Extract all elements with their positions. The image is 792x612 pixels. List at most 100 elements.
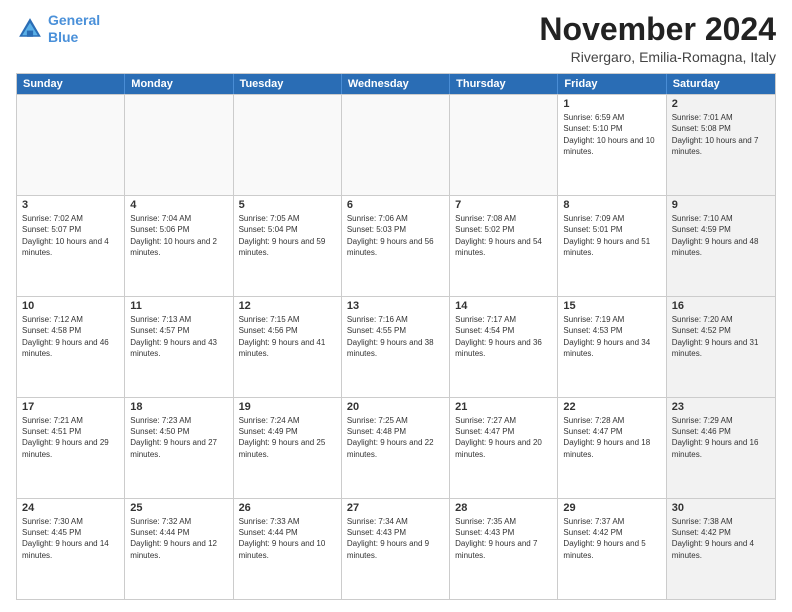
day-number: 25 <box>130 502 227 514</box>
day-number: 3 <box>22 199 119 211</box>
calendar-cell: 2 Sunrise: 7:01 AM Sunset: 5:08 PM Daylig… <box>667 95 775 195</box>
calendar-day-header: Saturday <box>667 74 775 94</box>
day-info: Sunrise: 7:37 AM Sunset: 4:42 PM Dayligh… <box>563 516 660 561</box>
day-info: Sunrise: 7:01 AM Sunset: 5:08 PM Dayligh… <box>672 112 770 157</box>
calendar-cell <box>342 95 450 195</box>
day-info: Sunrise: 7:13 AM Sunset: 4:57 PM Dayligh… <box>130 314 227 359</box>
day-info: Sunrise: 7:24 AM Sunset: 4:49 PM Dayligh… <box>239 415 336 460</box>
calendar-cell: 19 Sunrise: 7:24 AM Sunset: 4:49 PM Dayli… <box>234 398 342 498</box>
day-info: Sunrise: 7:30 AM Sunset: 4:45 PM Dayligh… <box>22 516 119 561</box>
title-block: November 2024 Rivergaro, Emilia-Romagna,… <box>539 12 776 65</box>
calendar-cell: 12 Sunrise: 7:15 AM Sunset: 4:56 PM Dayli… <box>234 297 342 397</box>
calendar-cell: 5Sunrise: 7:05 AM Sunset: 5:04 PM Daylig… <box>234 196 342 296</box>
calendar-cell: 24 Sunrise: 7:30 AM Sunset: 4:45 PM Dayli… <box>17 499 125 599</box>
day-number: 7 <box>455 199 552 211</box>
day-info: Sunrise: 7:20 AM Sunset: 4:52 PM Dayligh… <box>672 314 770 359</box>
calendar-cell: 10 Sunrise: 7:12 AM Sunset: 4:58 PM Dayli… <box>17 297 125 397</box>
day-number: 21 <box>455 401 552 413</box>
calendar-cell: 26Sunrise: 7:33 AM Sunset: 4:44 PM Dayli… <box>234 499 342 599</box>
day-info: Sunrise: 7:02 AM Sunset: 5:07 PM Dayligh… <box>22 213 119 258</box>
day-number: 11 <box>130 300 227 312</box>
calendar-cell: 22 Sunrise: 7:28 AM Sunset: 4:47 PM Dayli… <box>558 398 666 498</box>
day-number: 6 <box>347 199 444 211</box>
calendar-day-header: Friday <box>558 74 666 94</box>
calendar-cell: 29 Sunrise: 7:37 AM Sunset: 4:42 PM Dayli… <box>558 499 666 599</box>
day-number: 2 <box>672 98 770 110</box>
calendar-cell <box>234 95 342 195</box>
day-info: Sunrise: 7:04 AM Sunset: 5:06 PM Dayligh… <box>130 213 227 258</box>
day-info: Sunrise: 7:23 AM Sunset: 4:50 PM Dayligh… <box>130 415 227 460</box>
day-number: 26 <box>239 502 336 514</box>
logo-icon <box>16 15 44 43</box>
calendar-cell <box>125 95 233 195</box>
day-number: 1 <box>563 98 660 110</box>
day-number: 23 <box>672 401 770 413</box>
logo-text: General Blue <box>48 12 100 46</box>
day-number: 30 <box>672 502 770 514</box>
calendar-cell: 9 Sunrise: 7:10 AM Sunset: 4:59 PM Daylig… <box>667 196 775 296</box>
day-number: 13 <box>347 300 444 312</box>
day-number: 20 <box>347 401 444 413</box>
day-number: 12 <box>239 300 336 312</box>
calendar-day-header: Sunday <box>17 74 125 94</box>
logo-general: General <box>48 12 100 28</box>
day-info: Sunrise: 6:59 AM Sunset: 5:10 PM Dayligh… <box>563 112 660 157</box>
header: General Blue November 2024 Rivergaro, Em… <box>16 12 776 65</box>
day-number: 29 <box>563 502 660 514</box>
calendar-week-row: 24 Sunrise: 7:30 AM Sunset: 4:45 PM Dayli… <box>17 498 775 599</box>
calendar-day-header: Monday <box>125 74 233 94</box>
logo: General Blue <box>16 12 100 46</box>
calendar-cell <box>17 95 125 195</box>
calendar-cell: 27Sunrise: 7:34 AM Sunset: 4:43 PM Dayli… <box>342 499 450 599</box>
day-number: 17 <box>22 401 119 413</box>
logo-blue: Blue <box>48 29 78 45</box>
calendar-cell <box>450 95 558 195</box>
day-number: 19 <box>239 401 336 413</box>
calendar-day-header: Thursday <box>450 74 558 94</box>
day-number: 9 <box>672 199 770 211</box>
day-info: Sunrise: 7:38 AM Sunset: 4:42 PM Dayligh… <box>672 516 770 561</box>
day-info: Sunrise: 7:06 AM Sunset: 5:03 PM Dayligh… <box>347 213 444 258</box>
day-info: Sunrise: 7:15 AM Sunset: 4:56 PM Dayligh… <box>239 314 336 359</box>
day-number: 18 <box>130 401 227 413</box>
month-title: November 2024 <box>539 12 776 47</box>
day-info: Sunrise: 7:28 AM Sunset: 4:47 PM Dayligh… <box>563 415 660 460</box>
calendar-cell: 17Sunrise: 7:21 AM Sunset: 4:51 PM Dayli… <box>17 398 125 498</box>
calendar-cell: 18 Sunrise: 7:23 AM Sunset: 4:50 PM Dayli… <box>125 398 233 498</box>
day-info: Sunrise: 7:35 AM Sunset: 4:43 PM Dayligh… <box>455 516 552 561</box>
calendar-cell: 16Sunrise: 7:20 AM Sunset: 4:52 PM Dayli… <box>667 297 775 397</box>
day-number: 22 <box>563 401 660 413</box>
day-info: Sunrise: 7:17 AM Sunset: 4:54 PM Dayligh… <box>455 314 552 359</box>
day-number: 14 <box>455 300 552 312</box>
day-number: 28 <box>455 502 552 514</box>
day-number: 10 <box>22 300 119 312</box>
calendar-cell: 15Sunrise: 7:19 AM Sunset: 4:53 PM Dayli… <box>558 297 666 397</box>
calendar-cell: 14 Sunrise: 7:17 AM Sunset: 4:54 PM Dayli… <box>450 297 558 397</box>
location: Rivergaro, Emilia-Romagna, Italy <box>539 49 776 65</box>
day-number: 27 <box>347 502 444 514</box>
calendar-cell: 13 Sunrise: 7:16 AM Sunset: 4:55 PM Dayli… <box>342 297 450 397</box>
calendar: SundayMondayTuesdayWednesdayThursdayFrid… <box>16 73 776 600</box>
day-number: 24 <box>22 502 119 514</box>
day-info: Sunrise: 7:09 AM Sunset: 5:01 PM Dayligh… <box>563 213 660 258</box>
day-info: Sunrise: 7:27 AM Sunset: 4:47 PM Dayligh… <box>455 415 552 460</box>
calendar-header-row: SundayMondayTuesdayWednesdayThursdayFrid… <box>17 74 775 94</box>
calendar-cell: 1 Sunrise: 6:59 AM Sunset: 5:10 PM Daylig… <box>558 95 666 195</box>
day-info: Sunrise: 7:12 AM Sunset: 4:58 PM Dayligh… <box>22 314 119 359</box>
calendar-cell: 7Sunrise: 7:08 AM Sunset: 5:02 PM Daylig… <box>450 196 558 296</box>
calendar-week-row: 3 Sunrise: 7:02 AM Sunset: 5:07 PM Daylig… <box>17 195 775 296</box>
day-info: Sunrise: 7:29 AM Sunset: 4:46 PM Dayligh… <box>672 415 770 460</box>
day-info: Sunrise: 7:10 AM Sunset: 4:59 PM Dayligh… <box>672 213 770 258</box>
calendar-week-row: 17Sunrise: 7:21 AM Sunset: 4:51 PM Dayli… <box>17 397 775 498</box>
day-info: Sunrise: 7:05 AM Sunset: 5:04 PM Dayligh… <box>239 213 336 258</box>
calendar-cell: 25Sunrise: 7:32 AM Sunset: 4:44 PM Dayli… <box>125 499 233 599</box>
day-info: Sunrise: 7:16 AM Sunset: 4:55 PM Dayligh… <box>347 314 444 359</box>
calendar-cell: 23 Sunrise: 7:29 AM Sunset: 4:46 PM Dayli… <box>667 398 775 498</box>
calendar-body: 1 Sunrise: 6:59 AM Sunset: 5:10 PM Daylig… <box>17 94 775 599</box>
calendar-cell: 8Sunrise: 7:09 AM Sunset: 5:01 PM Daylig… <box>558 196 666 296</box>
calendar-cell: 30 Sunrise: 7:38 AM Sunset: 4:42 PM Dayli… <box>667 499 775 599</box>
day-number: 4 <box>130 199 227 211</box>
day-info: Sunrise: 7:19 AM Sunset: 4:53 PM Dayligh… <box>563 314 660 359</box>
day-info: Sunrise: 7:25 AM Sunset: 4:48 PM Dayligh… <box>347 415 444 460</box>
calendar-cell: 11 Sunrise: 7:13 AM Sunset: 4:57 PM Dayli… <box>125 297 233 397</box>
